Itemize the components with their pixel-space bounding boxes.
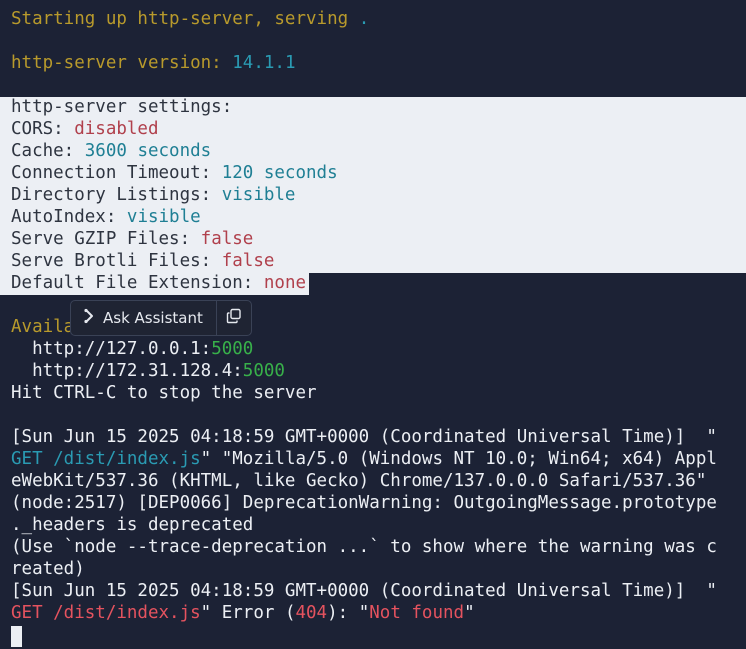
assistant-icon [83,308,103,328]
copy-icon [226,308,242,328]
setting-timeout: Connection Timeout: 120 seconds [11,163,338,183]
log-line: (node:2517) [DEP0066] DeprecationWarning… [11,493,717,513]
setting-value: 120 seconds [221,163,338,183]
port: 5000 [242,361,285,381]
version-value: 14.1.1 [232,53,296,73]
error-message: Not found [369,603,465,623]
version-line: http-server version: 14.1.1 [11,52,295,74]
serving-path: . [358,9,370,29]
log-line: [Sun Jun 15 2025 04:18:59 GMT+0000 (Coor… [11,581,717,601]
setting-cache: Cache: 3600 seconds [11,141,212,161]
error-path: GET /dist/index.js [11,603,201,623]
version-label: http-server version: [11,53,233,73]
ask-assistant-label: Ask Assistant [103,309,203,327]
ask-assistant-button[interactable]: Ask Assistant [71,301,216,335]
setting-cors: CORS: disabled [11,119,159,139]
stop-hint: Hit CTRL-C to stop the server [11,383,317,403]
startup-text: Starting up http-server, serving [11,9,359,29]
setting-ext: Default File Extension: none [11,273,307,293]
startup-line: Starting up http-server, serving . [11,8,369,30]
terminal[interactable]: Starting up http-server, serving . http-… [0,0,746,649]
request-path: GET /dist/index.js [11,449,201,469]
url-line[interactable]: http://172.31.128.4:5000 [11,360,285,382]
log-line: eWebKit/537.36 (KHTML, like Gecko) Chrom… [11,471,707,491]
log-line: [Sun Jun 15 2025 04:18:59 GMT+0000 (Coor… [11,427,717,447]
error-line: GET /dist/index.js" Error (404): "Not fo… [11,603,475,623]
setting-value: 3600 seconds [84,141,212,161]
terminal-cursor [11,626,22,647]
log-line: ._headers is deprecated [11,515,254,535]
setting-value: false [200,229,254,249]
setting-brotli: Serve Brotli Files: false [11,251,275,271]
setting-value: disabled [74,119,159,139]
selection-popup: Ask Assistant [70,300,252,336]
setting-value: visible [221,185,296,205]
available-label: Availa [11,317,75,337]
setting-listings: Directory Listings: visible [11,185,296,205]
url-line[interactable]: http://127.0.0.1:5000 [11,338,253,360]
setting-value: false [221,251,275,271]
copy-button[interactable] [217,301,251,335]
log-line: reated) [11,559,85,579]
setting-autoindex: AutoIndex: visible [11,207,201,227]
setting-value: none [263,273,307,293]
error-code: 404 [295,603,328,623]
log-line: GET /dist/index.js" "Mozilla/5.0 (Window… [11,449,717,469]
log-line: (Use `node --trace-deprecation ...` to s… [11,537,717,557]
port: 5000 [211,339,254,359]
setting-gzip: Serve GZIP Files: false [11,229,254,249]
setting-value: visible [126,207,201,227]
settings-header: http-server settings: [11,97,233,117]
